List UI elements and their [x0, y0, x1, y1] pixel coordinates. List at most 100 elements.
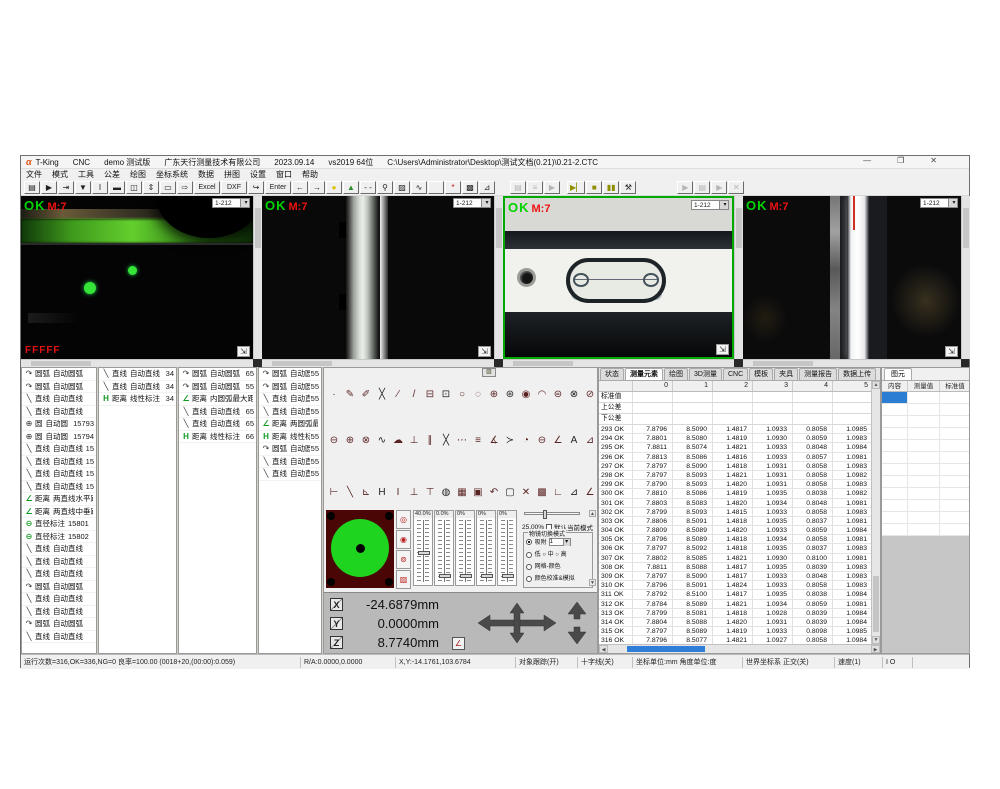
- zoom-slider[interactable]: [524, 512, 580, 515]
- camera-view-4[interactable]: OKM:7 1-212▾ ⇲: [743, 196, 961, 359]
- camera-view-3[interactable]: OKM:7 1-212▾ ⇲: [503, 196, 734, 359]
- tool-icon-2-17[interactable]: ⊿: [582, 433, 598, 448]
- detail-cell[interactable]: [940, 428, 970, 439]
- camera-1-video[interactable]: [21, 196, 253, 359]
- tool-icon-3-16[interactable]: ⊿: [566, 485, 582, 500]
- tool-icon-2-8[interactable]: ╳: [438, 433, 454, 448]
- tab-测量元素[interactable]: 测量元素: [625, 368, 663, 380]
- light-mode-button-1[interactable]: ◎: [396, 510, 411, 529]
- open-folder-button[interactable]: ▶: [41, 181, 57, 194]
- tab-绘图[interactable]: 绘图: [664, 368, 688, 380]
- element-list-item[interactable]: ╲直线自动直线55: [259, 456, 321, 469]
- light-control-button[interactable]: ●: [326, 181, 342, 194]
- table-row[interactable]: 309 OK7.87978.50901.48171.09330.80481.09…: [599, 572, 873, 581]
- angle-tool-button[interactable]: ∠: [452, 637, 465, 650]
- tool-icon-2-15[interactable]: ∠: [550, 433, 566, 448]
- table-row[interactable]: 298 OK7.87978.50931.48211.09310.80581.09…: [599, 471, 873, 480]
- tool-icon-3-13[interactable]: ✕: [518, 485, 534, 500]
- detail-row[interactable]: [882, 428, 969, 440]
- element-list-item[interactable]: ╲直线自动直线55: [259, 468, 321, 481]
- detail-cell[interactable]: [940, 404, 970, 415]
- tool-icon-1-5[interactable]: ∕: [390, 387, 406, 402]
- table-row[interactable]: 296 OK7.88138.50861.48161.09330.80571.09…: [599, 453, 873, 462]
- laser-cross-button[interactable]: *: [445, 181, 461, 194]
- table-row[interactable]: 306 OK7.87978.50921.48181.09350.80371.09…: [599, 544, 873, 553]
- detail-cell[interactable]: [908, 464, 940, 475]
- scroll-down-icon[interactable]: ▼: [872, 636, 880, 644]
- menu-item-7[interactable]: 数据: [193, 169, 219, 180]
- detail-cell[interactable]: [882, 404, 908, 415]
- tool-icon-1-11[interactable]: ⊕: [486, 387, 502, 402]
- probe-button[interactable]: ▼: [75, 181, 91, 194]
- tool-icon-3-8[interactable]: ◍: [438, 485, 454, 500]
- element-list-item[interactable]: ∠距离两圆弧最大距: [259, 418, 321, 431]
- curve-tool-button[interactable]: ∿: [411, 181, 427, 194]
- camera-2-range-combo[interactable]: 1-212▾: [453, 198, 491, 208]
- scroll-left-icon[interactable]: ◀: [599, 645, 608, 653]
- element-list-item[interactable]: ╲直线自动直线15: [22, 443, 96, 456]
- radio-button[interactable]: [526, 576, 532, 582]
- tool-icon-1-15[interactable]: ⊜: [550, 387, 566, 402]
- detail-cell[interactable]: [940, 476, 970, 487]
- table-row[interactable]: 297 OK7.87978.50901.48181.09310.80581.09…: [599, 462, 873, 471]
- detail-cell[interactable]: [908, 524, 940, 535]
- element-list-item[interactable]: ╲直线自动直线: [22, 406, 96, 419]
- camera-1-hscrollbar[interactable]: [21, 359, 253, 367]
- axis-y-button[interactable]: Y: [330, 617, 343, 630]
- element-list-item[interactable]: ╲直线自动直线: [22, 543, 96, 556]
- element-list-item[interactable]: ╲直线自动直线: [22, 393, 96, 406]
- table-row[interactable]: 315 OK7.87978.50891.48191.09330.80981.09…: [599, 627, 873, 636]
- detail-row[interactable]: [882, 476, 969, 488]
- detail-cell[interactable]: [908, 404, 940, 415]
- tab-模板[interactable]: 模板: [749, 368, 773, 380]
- pane-toggle-button[interactable]: ▭: [160, 181, 176, 194]
- table-hscrollbar[interactable]: ◀ ▶: [599, 644, 880, 653]
- detail-row[interactable]: [882, 416, 969, 428]
- light-slider-1[interactable]: 40.0%: [413, 510, 433, 586]
- step-move-button[interactable]: ⇨: [177, 181, 193, 194]
- tools-button[interactable]: ⚒: [620, 181, 636, 194]
- stop-button[interactable]: ■: [586, 181, 602, 194]
- tool-icon-3-14[interactable]: ▩: [534, 485, 550, 500]
- table-row[interactable]: 310 OK7.87968.50911.48241.09330.80581.09…: [599, 581, 873, 590]
- save-button[interactable]: ▤: [24, 181, 40, 194]
- table-row[interactable]: 305 OK7.87968.50891.48181.09340.80581.09…: [599, 535, 873, 544]
- menu-item-4[interactable]: 公差: [99, 169, 125, 180]
- tool-icon-1-4[interactable]: ╳: [374, 387, 390, 402]
- table-row[interactable]: 308 OK7.88118.50881.48171.09350.80391.09…: [599, 563, 873, 572]
- detail-cell[interactable]: [908, 500, 940, 511]
- element-list-item[interactable]: ╲直线自动直线55: [259, 393, 321, 406]
- minimize-button[interactable]: —: [863, 156, 871, 165]
- table-row[interactable]: 311 OK7.87928.51001.48171.09350.80381.09…: [599, 590, 873, 599]
- light-mode-button-3[interactable]: ⊚: [396, 550, 411, 569]
- detail-cell[interactable]: [908, 440, 940, 451]
- detail-row[interactable]: [882, 392, 969, 404]
- tool-icon-1-13[interactable]: ◉: [518, 387, 534, 402]
- chevron-down-icon[interactable]: ▾: [481, 199, 490, 207]
- light-slider-5[interactable]: 0%: [497, 510, 517, 586]
- tool-icon-2-6[interactable]: ⊥: [406, 433, 422, 448]
- scroll-up-icon[interactable]: ▲: [872, 381, 880, 389]
- video-window-button[interactable]: ▬: [109, 181, 125, 194]
- tab-状态[interactable]: 状态: [600, 368, 624, 380]
- radio-button[interactable]: [526, 564, 532, 570]
- camera-1-vscrollbar[interactable]: [253, 196, 262, 359]
- detail-cell[interactable]: [882, 464, 908, 475]
- table-row[interactable]: 303 OK7.88068.50911.48181.09350.80371.09…: [599, 517, 873, 526]
- menu-item-2[interactable]: 模式: [47, 169, 73, 180]
- detail-row[interactable]: [882, 500, 969, 512]
- tool-icon-3-12[interactable]: ▢: [502, 485, 518, 500]
- menu-item-3[interactable]: 工具: [73, 169, 99, 180]
- maximize-button[interactable]: ❐: [897, 156, 904, 165]
- camera-view-1[interactable]: OKM:7 FFFFF 1-212▾ ⇲: [21, 196, 253, 359]
- pattern-fill-button[interactable]: ▨: [394, 181, 410, 194]
- detail-cell[interactable]: [940, 416, 970, 427]
- element-list-item[interactable]: ↷圆弧自动圆弧55: [259, 368, 321, 381]
- camera-4-video[interactable]: [743, 196, 961, 359]
- element-list-item[interactable]: H距离线性标注34: [99, 393, 176, 406]
- element-list-item[interactable]: ↷圆弧自动圆弧: [22, 581, 96, 594]
- tool-icon-1-2[interactable]: ✎: [342, 387, 358, 402]
- ring-light-control[interactable]: [326, 510, 394, 588]
- scroll-right-icon[interactable]: ▶: [871, 645, 880, 653]
- table-vscrollbar[interactable]: ▲ ▼: [871, 381, 880, 644]
